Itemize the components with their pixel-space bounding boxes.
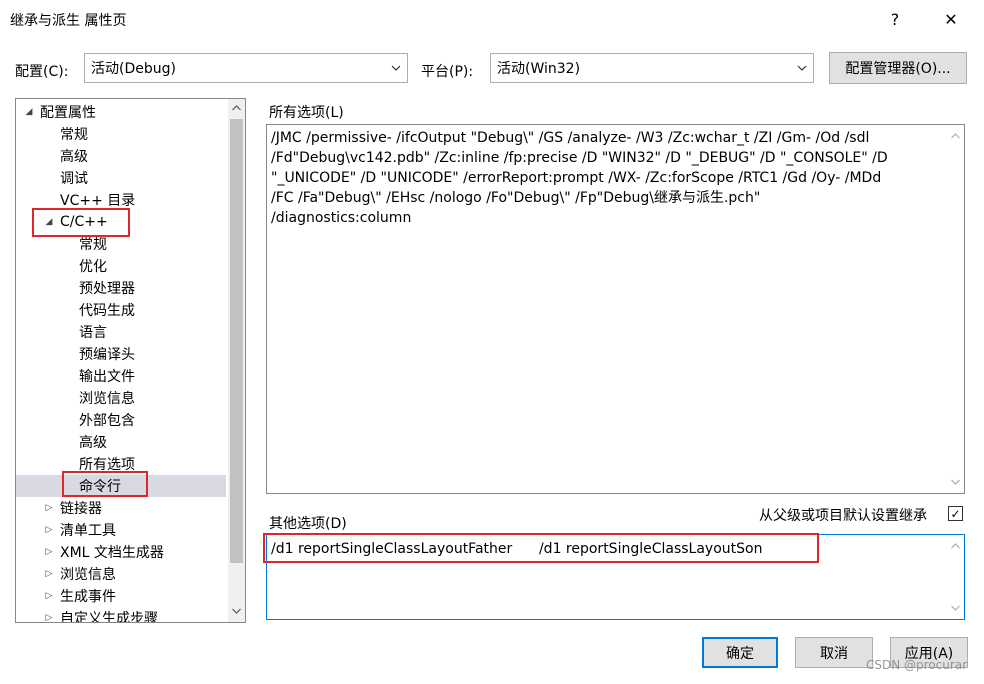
cancel-button[interactable]: 取消 <box>795 637 873 668</box>
property-tree[interactable]: ◢ 配置属性 常规 高级 调试 VC++ 目录 ◢ C/C++ 常规 优化 预处… <box>15 98 246 623</box>
expand-arrow-icon: ▷ <box>45 525 53 535</box>
platform-value: 活动(Win32) <box>497 61 581 77</box>
expand-arrow-icon: ▷ <box>45 591 53 601</box>
tree-item[interactable]: ▷ 清单工具 <box>16 519 226 541</box>
other-options-scrollbar[interactable] <box>947 535 964 619</box>
scroll-down-icon[interactable] <box>951 479 960 485</box>
other-options-label: 其他选项(D) <box>269 516 347 532</box>
tree-item[interactable]: 预处理器 <box>16 277 226 299</box>
expand-arrow-icon: ▷ <box>45 547 53 557</box>
config-select[interactable]: 活动(Debug) <box>84 53 408 83</box>
tree-scrollbar[interactable] <box>228 99 245 622</box>
scroll-up-icon[interactable] <box>232 105 241 111</box>
tree-item[interactable]: 外部包含 <box>16 409 226 431</box>
ok-button[interactable]: 确定 <box>702 637 778 668</box>
expand-arrow-icon: ▷ <box>45 503 53 513</box>
scroll-up-icon[interactable] <box>951 543 960 549</box>
tree-item[interactable]: 高级 <box>16 145 226 167</box>
tree-item[interactable]: 浏览信息 <box>16 387 226 409</box>
tree-item[interactable]: 调试 <box>16 167 226 189</box>
tree-item[interactable]: ▷ 浏览信息 <box>16 563 226 585</box>
scroll-down-icon[interactable] <box>232 608 241 614</box>
all-options-label: 所有选项(L) <box>269 105 344 121</box>
inherit-checkbox[interactable]: ✓ <box>948 506 963 521</box>
all-options-scrollbar[interactable] <box>947 125 964 493</box>
platform-select[interactable]: 活动(Win32) <box>490 53 814 83</box>
expand-arrow-icon: ▷ <box>45 613 53 623</box>
tree-scroll-thumb[interactable] <box>230 119 243 563</box>
tree-item[interactable]: 语言 <box>16 321 226 343</box>
config-label: 配置(C): <box>15 64 69 80</box>
tree-item[interactable]: ▷ 链接器 <box>16 497 226 519</box>
highlight-box <box>62 471 148 497</box>
tree-item[interactable]: 预编译头 <box>16 343 226 365</box>
watermark: CSDN @procurar <box>866 658 968 672</box>
tree-item[interactable]: 代码生成 <box>16 299 226 321</box>
all-options-text: /JMC /permissive- /ifcOutput "Debug\" /G… <box>271 130 888 226</box>
chevron-down-icon <box>797 65 807 71</box>
tree-item[interactable]: 常规 <box>16 123 226 145</box>
chevron-down-icon <box>391 65 401 71</box>
platform-label: 平台(P): <box>421 64 474 80</box>
tree-item[interactable]: ▷ 自定义生成步骤 <box>16 607 226 623</box>
highlight-box <box>263 533 819 563</box>
window-title: 继承与派生 属性页 <box>10 13 127 29</box>
highlight-box <box>32 208 130 237</box>
all-options-textbox[interactable]: /JMC /permissive- /ifcOutput "Debug\" /G… <box>266 124 965 494</box>
expand-arrow-icon: ▷ <box>45 569 53 579</box>
scroll-down-icon[interactable] <box>951 605 960 611</box>
inherit-label: 从父级或项目默认设置继承 <box>759 508 927 524</box>
tree-root[interactable]: ◢ 配置属性 <box>16 101 226 123</box>
tree-item[interactable]: 输出文件 <box>16 365 226 387</box>
tree-item[interactable]: ▷ XML 文档生成器 <box>16 541 226 563</box>
tree-item[interactable]: 优化 <box>16 255 226 277</box>
tree-item[interactable]: 高级 <box>16 431 226 453</box>
config-manager-button[interactable]: 配置管理器(O)... <box>829 52 967 84</box>
help-button[interactable]: ? <box>880 4 910 34</box>
scroll-up-icon[interactable] <box>951 133 960 139</box>
config-value: 活动(Debug) <box>91 61 176 77</box>
tree-item[interactable]: ▷ 生成事件 <box>16 585 226 607</box>
close-button[interactable]: ✕ <box>936 4 966 34</box>
collapse-arrow-icon: ◢ <box>25 107 33 117</box>
